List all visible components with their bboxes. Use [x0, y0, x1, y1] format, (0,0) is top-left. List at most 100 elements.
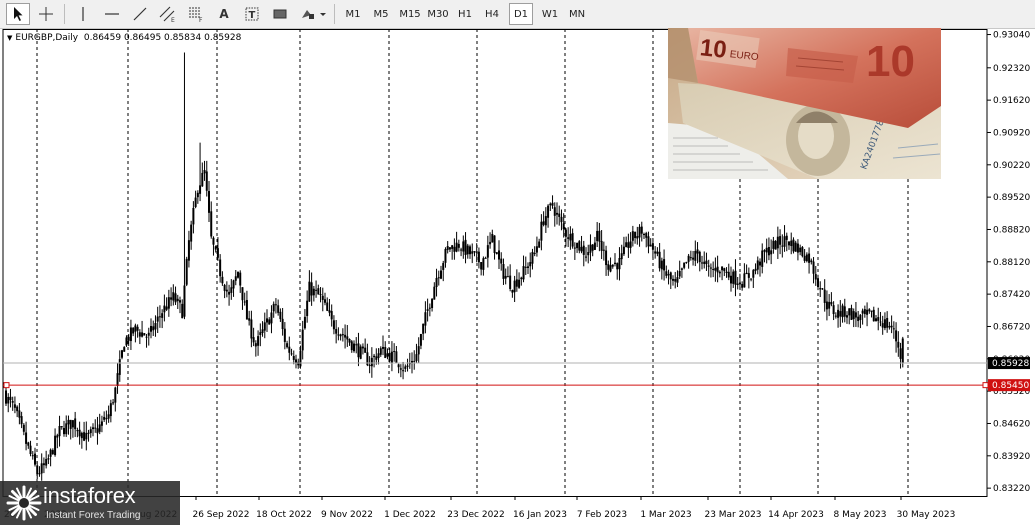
- candle-body: [245, 299, 248, 320]
- candle-body: [74, 418, 77, 430]
- timeframe-m1[interactable]: M1: [340, 3, 366, 25]
- candle-body: [357, 343, 360, 358]
- y-tick-label: 0.90220: [993, 161, 1030, 171]
- candle-body: [466, 245, 469, 255]
- candle-body: [872, 309, 875, 322]
- timeframe-m15[interactable]: M15: [396, 3, 424, 25]
- candle-body: [462, 241, 465, 252]
- candle-body: [696, 249, 699, 254]
- y-tick-label: 0.86720: [993, 322, 1030, 332]
- text-label-icon[interactable]: T: [240, 3, 264, 25]
- candle-body: [808, 253, 811, 263]
- candle-body: [658, 251, 661, 269]
- candle-body: [243, 301, 246, 303]
- candle-body: [319, 294, 322, 296]
- candle-body: [721, 266, 724, 271]
- candle-body: [58, 426, 61, 437]
- candle-body: [796, 243, 799, 253]
- timeframe-h4[interactable]: H4: [480, 3, 504, 25]
- y-tick-label: 0.83220: [993, 484, 1030, 494]
- support-level-handle: [3, 382, 10, 389]
- candle-body: [353, 343, 355, 352]
- rectangle-icon[interactable]: [268, 3, 292, 25]
- candle-body: [63, 428, 65, 435]
- candle-body: [183, 285, 186, 317]
- candle-body: [669, 272, 672, 280]
- candle-body: [834, 315, 837, 317]
- candle-body: [295, 359, 297, 364]
- candle-body: [866, 309, 869, 315]
- candle-body: [837, 309, 840, 318]
- candle-body: [22, 424, 25, 432]
- equidistant-channel-icon[interactable]: E: [156, 3, 180, 25]
- svg-text:F: F: [199, 17, 203, 23]
- candle-body: [839, 311, 842, 317]
- candle-body: [312, 288, 315, 296]
- y-tick-label: 0.88820: [993, 225, 1030, 235]
- x-tick-label: 14 Apr 2023: [768, 510, 824, 520]
- candle-body: [272, 303, 275, 312]
- cursor-icon[interactable]: [6, 3, 30, 25]
- candle-body: [446, 246, 449, 250]
- candle-body: [801, 247, 804, 257]
- candle-body: [870, 310, 873, 312]
- timeframe-m5[interactable]: M5: [368, 3, 394, 25]
- candle-body: [417, 346, 420, 355]
- candle-body: [694, 250, 697, 261]
- candle-body: [350, 341, 353, 351]
- candle-body: [239, 272, 242, 286]
- candle-body: [118, 359, 121, 375]
- candle-body: [138, 332, 141, 337]
- candle-body: [201, 172, 204, 187]
- candle-body: [18, 410, 21, 418]
- candle-body: [765, 247, 768, 253]
- timeframe-h1[interactable]: H1: [453, 3, 477, 25]
- candle-body: [504, 275, 507, 279]
- candle-body: [185, 258, 188, 285]
- candle-body: [457, 243, 460, 248]
- trendline-icon[interactable]: [128, 3, 152, 25]
- candle-body: [9, 396, 12, 401]
- horizontal-line-icon[interactable]: [100, 3, 124, 25]
- candle-body: [341, 334, 344, 336]
- svg-text:E: E: [171, 17, 175, 23]
- timeframe-d1[interactable]: D1: [509, 3, 533, 25]
- candle-body: [453, 246, 456, 252]
- candle-body: [701, 262, 703, 264]
- collapse-triangle-icon[interactable]: ▼: [7, 34, 12, 42]
- candle-body: [562, 223, 565, 230]
- candle-body: [718, 271, 721, 274]
- timeframe-m30[interactable]: M30: [424, 3, 452, 25]
- candle-body: [415, 354, 418, 361]
- candle-body: [727, 271, 730, 278]
- candle-body: [67, 419, 70, 425]
- candle-body: [560, 216, 563, 223]
- candle-body: [573, 247, 576, 249]
- candle-body: [665, 271, 668, 276]
- candle-body: [254, 343, 257, 347]
- y-tick-label: 0.88120: [993, 258, 1030, 268]
- timeframe-w1[interactable]: W1: [538, 3, 562, 25]
- candle-body: [13, 404, 16, 408]
- candle-body: [390, 351, 393, 363]
- fibonacci-icon[interactable]: F: [184, 3, 208, 25]
- chart-ohlc: 0.86459 0.86495 0.85834 0.85928: [83, 33, 242, 43]
- candle-body: [649, 244, 652, 247]
- x-tick-label: 16 Jan 2023: [513, 510, 567, 520]
- candle-body: [315, 289, 318, 291]
- candle-body: [854, 312, 857, 318]
- shapes-dropdown-icon[interactable]: [297, 3, 329, 25]
- crosshair-icon[interactable]: [34, 3, 58, 25]
- candle-body: [174, 293, 177, 303]
- vertical-line-icon[interactable]: [72, 3, 94, 25]
- candle-body: [589, 244, 592, 253]
- candle-body: [520, 277, 523, 280]
- candle-body: [78, 429, 81, 437]
- timeframe-mn[interactable]: MN: [564, 3, 590, 25]
- candle-body: [625, 242, 628, 248]
- candle-body: [732, 271, 735, 284]
- text-icon[interactable]: A: [212, 3, 236, 25]
- candle-body: [759, 261, 761, 266]
- candle-body: [248, 318, 251, 321]
- candle-body: [156, 316, 159, 322]
